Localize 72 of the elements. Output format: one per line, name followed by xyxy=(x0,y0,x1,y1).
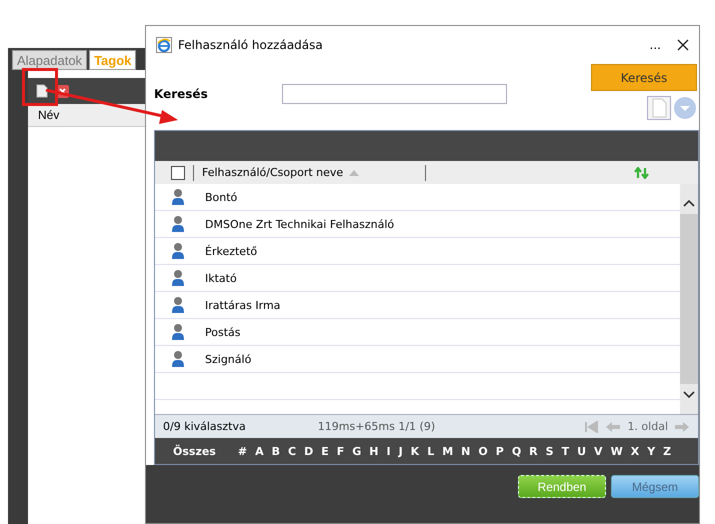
document-icon[interactable] xyxy=(36,84,48,98)
filter-link[interactable]: Összes xyxy=(173,444,216,458)
user-icon xyxy=(171,269,185,287)
letter-link[interactable]: A xyxy=(255,444,264,458)
letter-link[interactable]: Z xyxy=(663,444,672,458)
user-name: DMSOne Zrt Technikai Felhasználó xyxy=(205,218,394,230)
letter-link[interactable]: V xyxy=(594,444,603,458)
letter-link[interactable]: F xyxy=(336,444,344,458)
letter-link[interactable]: W xyxy=(610,444,623,458)
letter-link[interactable]: S xyxy=(546,444,554,458)
scrollbar[interactable] xyxy=(680,184,698,414)
next-page-icon[interactable] xyxy=(674,420,690,432)
letter-link[interactable]: L xyxy=(427,444,434,458)
letter-link[interactable]: T xyxy=(562,444,570,458)
user-icon xyxy=(171,350,185,368)
letter-link[interactable]: X xyxy=(630,444,640,458)
more-button[interactable]: ... xyxy=(650,38,661,52)
letter-link[interactable]: # xyxy=(238,444,248,458)
user-icon xyxy=(171,296,185,314)
first-page-icon[interactable] xyxy=(585,420,600,432)
page-number: 1. oldal xyxy=(627,420,668,433)
user-row[interactable]: DMSOne Zrt Technikai Felhasználó xyxy=(155,211,680,238)
sort-ascending-icon[interactable] xyxy=(349,170,360,176)
letter-link[interactable]: D xyxy=(304,444,314,458)
user-row[interactable]: Szignáló xyxy=(155,346,680,373)
letter-link[interactable]: G xyxy=(352,444,362,458)
browser-icon xyxy=(156,37,172,53)
close-icon[interactable] xyxy=(677,39,689,51)
user-name: Irattáras Irma xyxy=(205,298,280,312)
highlight-rectangle xyxy=(22,68,58,106)
user-row[interactable]: Bontó xyxy=(155,184,680,211)
letter-link[interactable]: U xyxy=(577,444,586,458)
user-name: Iktató xyxy=(205,272,237,284)
letter-link[interactable]: J xyxy=(398,444,403,458)
user-row[interactable]: Postás xyxy=(155,319,680,346)
scroll-up-icon[interactable] xyxy=(682,198,696,208)
letter-link[interactable]: N xyxy=(461,444,470,458)
letter-link[interactable]: P xyxy=(496,444,504,458)
user-name: Szignáló xyxy=(205,352,252,366)
user-icon xyxy=(171,242,185,260)
scroll-down-icon[interactable] xyxy=(682,390,696,400)
user-row[interactable]: Iktató xyxy=(155,265,680,292)
letter-link[interactable]: H xyxy=(369,444,378,458)
letter-link[interactable]: E xyxy=(321,444,329,458)
previous-page-icon[interactable] xyxy=(605,420,622,432)
select-all-checkbox[interactable] xyxy=(171,166,185,180)
search-field[interactable] xyxy=(282,84,507,104)
refresh-icon[interactable] xyxy=(634,166,650,178)
column-header[interactable]: Felhasználó/Csoport neve xyxy=(202,166,344,179)
search-button[interactable]: Keresés xyxy=(591,64,697,91)
user-row[interactable]: Irattáras Irma xyxy=(155,292,680,319)
letter-link[interactable]: C xyxy=(288,444,296,458)
letter-link[interactable]: M xyxy=(442,444,454,458)
letter-link[interactable]: K xyxy=(410,444,420,458)
letter-link[interactable]: I xyxy=(386,444,391,458)
selection-count: 0/9 kiválasztva xyxy=(163,420,246,433)
letter-link[interactable]: Y xyxy=(647,444,656,458)
user-icon xyxy=(171,215,185,233)
window-title: Felhasználó hozzáadása xyxy=(178,38,324,52)
letter-link[interactable]: O xyxy=(478,444,488,458)
user-row[interactable]: Érkeztető xyxy=(155,238,680,265)
user-name: Érkeztető xyxy=(205,244,258,258)
user-icon xyxy=(171,188,185,206)
letter-link[interactable]: Q xyxy=(512,444,522,458)
user-name: Bontó xyxy=(205,190,238,204)
letter-link[interactable]: R xyxy=(529,444,538,458)
timing-text: 119ms+65ms 1/1 (9) xyxy=(318,420,436,433)
search-label: Keresés xyxy=(154,87,209,101)
dropdown-icon[interactable] xyxy=(673,96,697,120)
user-icon xyxy=(171,323,185,341)
user-name: Postás xyxy=(205,326,240,338)
letter-link[interactable]: B xyxy=(272,444,280,458)
